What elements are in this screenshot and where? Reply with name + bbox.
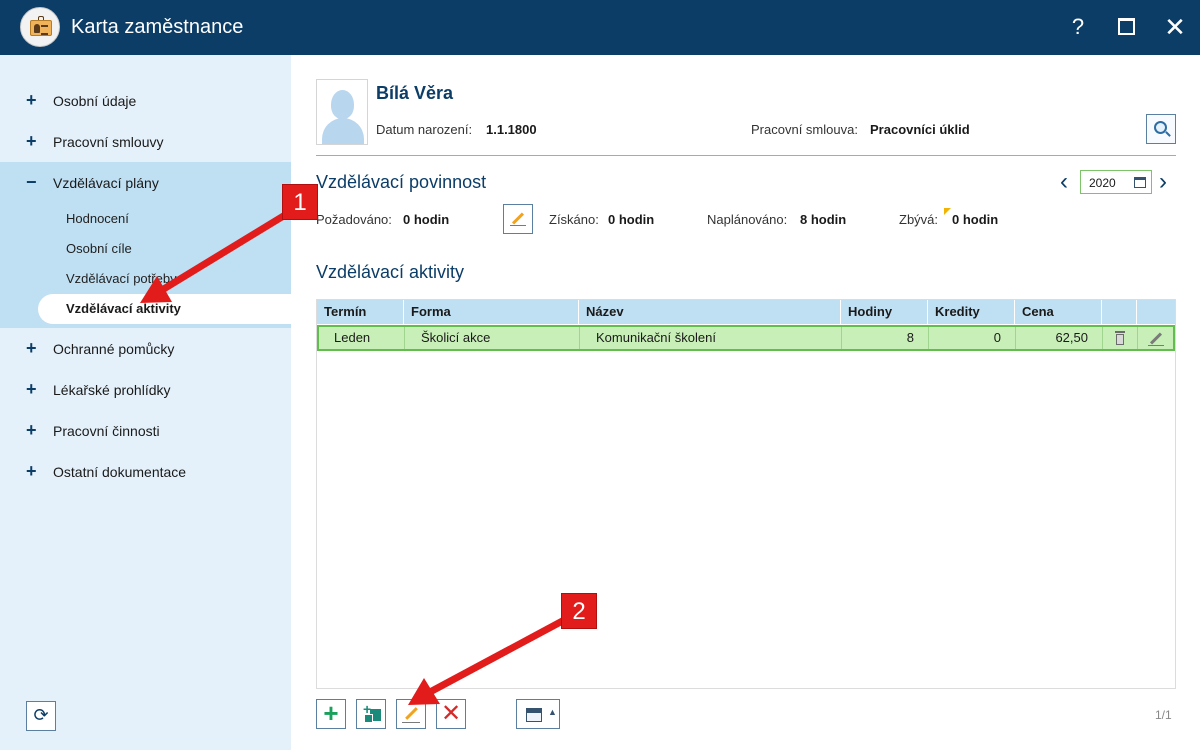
callout-1: 1: [282, 184, 318, 220]
annotation-arrows: [140, 209, 570, 705]
arrow-2: [408, 614, 570, 705]
arrow-1: [140, 209, 292, 303]
callout-2: 2: [561, 593, 597, 629]
